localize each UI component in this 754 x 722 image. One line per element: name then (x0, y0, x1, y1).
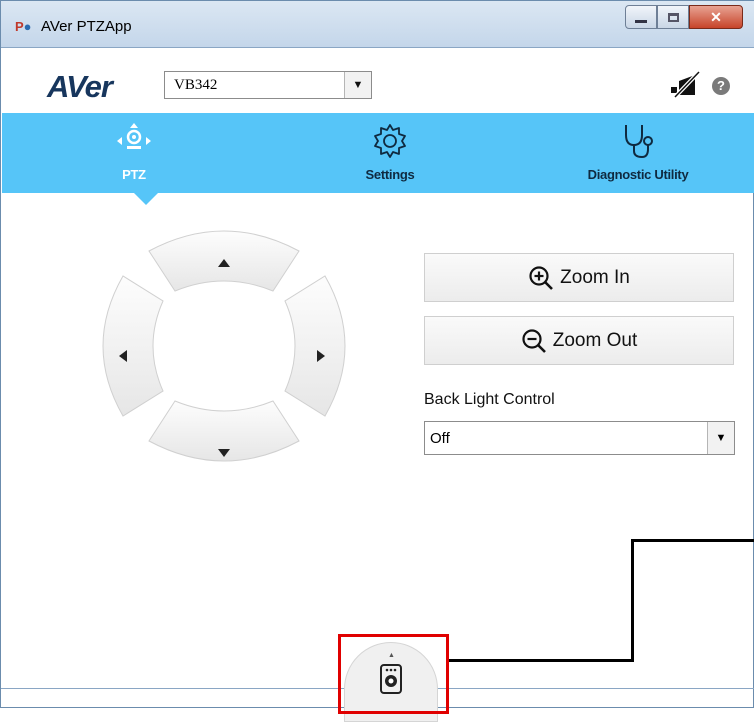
pan-left-button[interactable] (102, 275, 164, 417)
zoom-in-label: Zoom In (560, 266, 630, 288)
gear-icon (370, 121, 410, 166)
tab-diagnostic-utility-label: Diagnostic Utility (587, 167, 689, 182)
pan-up-button[interactable] (148, 230, 300, 292)
zoom-out-icon (522, 328, 546, 353)
dropdown-arrow-icon[interactable]: ▼ (344, 72, 371, 98)
minimize-button[interactable] (625, 5, 657, 29)
device-select-value: VB342 (174, 77, 218, 93)
title-bar[interactable]: P● AVer PTZApp ✕ (1, 1, 754, 48)
tab-diagnostic-utility[interactable]: Diagnostic Utility (568, 113, 708, 193)
tab-settings-label: Settings (365, 167, 415, 182)
close-button[interactable]: ✕ (689, 5, 743, 29)
zoom-out-button[interactable]: Zoom Out (424, 316, 734, 365)
window-controls: ✕ (625, 5, 743, 29)
dropdown-arrow-icon[interactable]: ▼ (707, 422, 734, 454)
ptz-camera-icon (109, 121, 159, 166)
minimize-icon (635, 19, 647, 23)
close-icon: ✕ (710, 8, 722, 25)
back-light-control-select[interactable]: Off ▼ (424, 421, 735, 455)
device-select[interactable]: VB342 ▼ (164, 71, 372, 99)
zoom-out-label: Zoom Out (552, 329, 638, 351)
app-window: P● AVer PTZApp ✕ AVer VB342 ▼ ? PTZ Sett… (0, 0, 754, 722)
stethoscope-icon (618, 121, 658, 166)
pan-tilt-dpad (93, 221, 355, 471)
tab-ptz-label: PTZ (122, 167, 146, 182)
highlight-box (338, 634, 449, 714)
back-light-control-label: Back Light Control (424, 391, 555, 408)
pan-down-button[interactable] (148, 400, 300, 462)
window-title: AVer PTZApp (41, 18, 132, 35)
pan-right-button[interactable] (284, 275, 346, 417)
maximize-icon (667, 12, 679, 22)
nav-bar: PTZ Settings Diagnostic Utility (2, 113, 754, 193)
callout-line-top (631, 539, 754, 542)
help-icon[interactable]: ? (712, 77, 730, 95)
callout-line-bottom (447, 659, 634, 662)
zoom-in-button[interactable]: Zoom In (424, 253, 734, 302)
app-header (2, 48, 754, 113)
app-logo-icon: P● (15, 19, 32, 34)
callout-line-vertical (631, 539, 634, 662)
active-tab-indicator (134, 193, 158, 205)
tab-settings[interactable]: Settings (347, 113, 433, 193)
maximize-button[interactable] (657, 5, 689, 29)
tab-ptz[interactable]: PTZ (88, 113, 180, 193)
zoom-in-icon (529, 265, 554, 290)
aver-logo: AVer (47, 69, 113, 104)
back-light-control-value: Off (430, 430, 450, 447)
video-muted-icon[interactable] (669, 69, 703, 99)
